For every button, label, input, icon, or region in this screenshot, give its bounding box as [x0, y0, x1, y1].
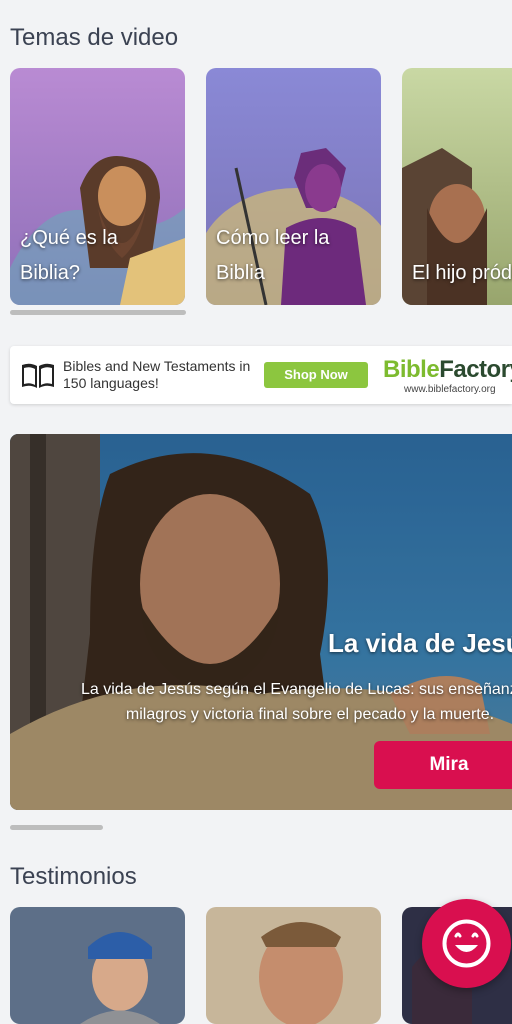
hero-carousel-scrollbar[interactable] — [10, 825, 103, 830]
smile-fab-button[interactable] — [422, 899, 511, 988]
video-topic-card-what-is-bible[interactable]: ¿Qué es la Biblia? — [10, 68, 185, 305]
testimonial-card[interactable] — [206, 907, 381, 1024]
featured-video-banner[interactable]: La vida de Jesús La vida de Jesús según … — [10, 434, 512, 810]
section-title-video-topics: Temas de video — [10, 24, 179, 51]
section-title-testimonials: Testimonios — [10, 863, 137, 890]
home-screen: Temas de video ¿Qué es la Biblia? Cómo l… — [0, 0, 512, 1024]
card-label: ¿Qué es la Biblia? — [20, 227, 118, 284]
hero-description: La vida de Jesús según el Evangelio de L… — [80, 681, 512, 723]
open-book-icon — [22, 363, 54, 388]
testimonial-thumbnail — [206, 907, 381, 1024]
video-topics-scrollbar[interactable] — [10, 310, 186, 315]
shop-now-button[interactable]: Shop Now — [264, 362, 368, 388]
brand-part-2: Factory — [439, 356, 512, 383]
video-topic-card-prodigal-son[interactable]: El hijo pródigo — [402, 68, 512, 305]
ad-url: www.biblefactory.org — [404, 384, 496, 395]
card-label: Cómo leer la Biblia — [216, 227, 330, 284]
brand-part-1: Bible — [383, 356, 440, 383]
ad-banner[interactable]: Bibles and New Testaments in 150 languag… — [10, 346, 512, 404]
testimonial-card[interactable] — [10, 907, 185, 1024]
testimonial-thumbnail — [10, 907, 185, 1024]
ad-brand-logo: BibleFactory — [383, 356, 512, 384]
video-topics-carousel[interactable]: ¿Qué es la Biblia? Cómo leer la Biblia E… — [10, 68, 512, 305]
video-topic-card-how-to-read[interactable]: Cómo leer la Biblia — [206, 68, 381, 305]
watch-button[interactable]: Mira — [374, 741, 512, 789]
ad-text: Bibles and New Testaments in 150 languag… — [63, 358, 251, 391]
card-label: El hijo pródigo — [412, 262, 512, 284]
hero-title: La vida de Jesús — [328, 628, 512, 658]
smiley-icon — [442, 919, 491, 968]
